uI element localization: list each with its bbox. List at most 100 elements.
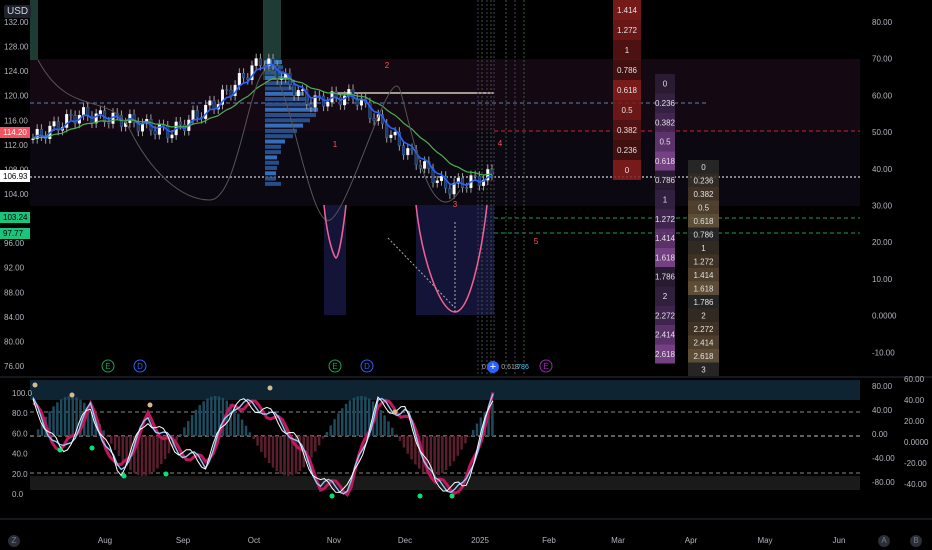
osc-histogram-bar <box>380 410 383 436</box>
col1-label: 0.236 <box>617 146 638 155</box>
osc-histogram-bar <box>156 436 159 469</box>
osc-histogram-bar <box>272 436 275 468</box>
currency-label[interactable]: USD <box>4 5 31 18</box>
volume-bar <box>265 124 303 128</box>
osc-histogram-bar <box>106 436 109 437</box>
osc-histogram-bar <box>195 410 198 436</box>
candle-body <box>204 105 207 119</box>
fib-bottom-2: 786 <box>517 364 529 371</box>
osc-histogram-bar <box>360 396 363 436</box>
osc-signal-dot <box>393 410 398 415</box>
price-axis-label: 104.00 <box>4 190 29 199</box>
osc-histogram-bar <box>187 421 190 436</box>
osc-histogram-bar <box>318 436 321 445</box>
osc-right-axis-label: 80.00 <box>872 382 893 391</box>
price-axis-label: 84.00 <box>4 313 25 322</box>
candle-body <box>259 59 262 66</box>
col3-label: 1.786 <box>693 298 714 307</box>
volume-bar <box>265 177 276 181</box>
osc-histogram-bar <box>283 436 286 475</box>
candle-body <box>474 176 477 177</box>
osc-histogram-bar <box>210 397 213 436</box>
candle-body <box>297 90 300 95</box>
osc-histogram-bar <box>114 436 117 450</box>
right-axis-label: 0.0000 <box>872 312 897 321</box>
candle-body <box>99 111 102 114</box>
osc-histogram-bar <box>468 436 471 437</box>
red-price-label: 114.20 <box>3 128 27 137</box>
green-price-label: 97.77 <box>3 229 24 238</box>
osc-left-axis-label: 100.0 <box>12 389 33 398</box>
candle-body <box>158 125 161 135</box>
candle-body <box>402 146 405 155</box>
osc-histogram-bar <box>406 436 409 454</box>
osc-histogram-bar <box>241 420 244 436</box>
col3-label: 0.5 <box>698 203 710 212</box>
col1-label: 0.786 <box>617 66 638 75</box>
col3-label: 1.272 <box>693 257 714 266</box>
candle-body <box>394 132 397 135</box>
col1-label: 0.5 <box>621 106 633 115</box>
osc-histogram-bar <box>122 436 125 462</box>
osc-histogram-bar <box>199 405 202 436</box>
osc-right-axis-label: 0.00 <box>872 430 888 439</box>
osc-histogram-bar <box>399 436 402 441</box>
osc-histogram-bar <box>60 399 63 436</box>
wave-label: 2 <box>385 61 390 70</box>
col2-label: 1.786 <box>655 273 676 282</box>
osc-signal-dot <box>90 446 95 451</box>
col3-label: 2.618 <box>693 352 714 361</box>
osc-histogram-bar <box>445 436 448 470</box>
price-axis-label: 112.00 <box>4 141 28 150</box>
candle-body <box>436 181 439 183</box>
price-axis-label: 88.00 <box>4 288 25 297</box>
volume-bar <box>265 129 297 133</box>
candle-body <box>310 104 313 107</box>
time-axis-label: Dec <box>398 536 412 545</box>
go-to-realtime-icon[interactable]: + <box>487 361 499 373</box>
right-axis-label: 30.00 <box>872 202 893 211</box>
wave-label: 1 <box>333 140 338 149</box>
osc-histogram-bar <box>410 436 413 459</box>
chart-canvas[interactable]: 1.414 1.272 1 0.786 0.618 0.5 0.382 0.236 0 0 0.23… <box>0 0 932 550</box>
col2-label: 1.618 <box>655 253 676 262</box>
col2-label: 2.272 <box>655 311 676 320</box>
event-marker-label: E <box>543 362 548 371</box>
osc-signal-dot <box>33 383 38 388</box>
osc-histogram-bar <box>183 427 186 436</box>
candle-body <box>440 176 443 181</box>
osc-histogram-bar <box>387 421 390 436</box>
timezone-button[interactable]: Z <box>8 535 20 547</box>
osc-histogram-bar <box>233 408 236 436</box>
osc-histogram-bar <box>403 436 406 448</box>
col3-label: 0.236 <box>693 176 714 185</box>
osc-right-axis-b-label: -40.00 <box>904 480 927 489</box>
osc-left-axis-label: 80.0 <box>12 409 28 418</box>
col3-label: 0 <box>701 163 706 172</box>
col3-label: 0.786 <box>693 230 714 239</box>
col2-label: 0.236 <box>655 99 676 108</box>
col1-label: 0.618 <box>617 86 638 95</box>
auto-scale-button[interactable]: A <box>878 535 890 547</box>
osc-histogram-bar <box>237 414 240 436</box>
col3-label: 2 <box>701 311 706 320</box>
osc-histogram-bar <box>152 436 155 472</box>
osc-histogram-bar <box>433 436 436 476</box>
log-scale-button[interactable]: B <box>910 535 922 547</box>
price-axis-label: 76.00 <box>4 362 25 371</box>
osc-histogram-bar <box>260 436 263 452</box>
col3-label: 0.382 <box>693 190 714 199</box>
time-axis-label: 2025 <box>471 536 489 545</box>
right-axis-label: 60.00 <box>872 91 893 100</box>
col3-label: 1.414 <box>693 271 714 280</box>
osc-right-axis-label: -40.00 <box>872 454 895 463</box>
time-axis-label: Feb <box>542 536 556 545</box>
candle-body <box>209 101 212 105</box>
last-price-label: 106.93 <box>3 172 28 181</box>
right-axis-label: -10.00 <box>872 348 895 357</box>
osc-histogram-bar <box>249 432 252 436</box>
wave-label: 3 <box>453 200 458 209</box>
osc-histogram-bar <box>437 436 440 475</box>
osc-signal-dot <box>122 474 127 479</box>
volume-bar <box>265 145 281 149</box>
